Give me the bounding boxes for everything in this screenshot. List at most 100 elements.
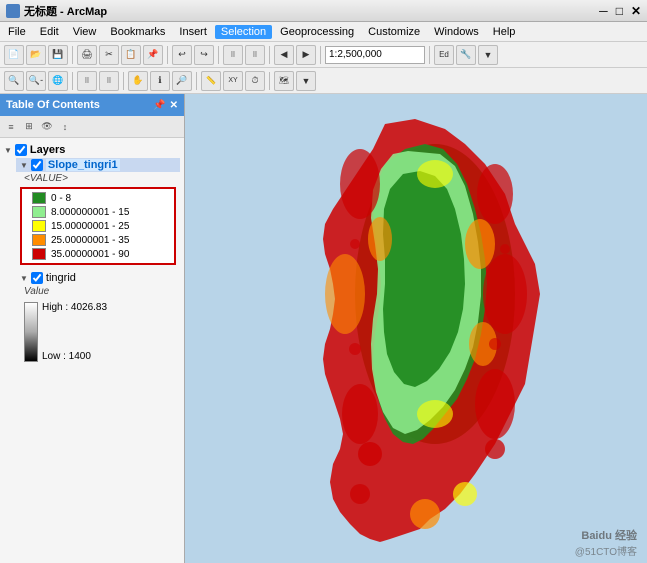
legend-color-2: [32, 220, 46, 232]
menu-file[interactable]: File: [2, 25, 32, 39]
dots-btn2[interactable]: ⠿: [245, 45, 265, 65]
toolbar-2: 🔍 🔍- 🌐 ⠿ ⠿ ✋ ℹ 🔎 📏 XY ⏱ 🗺 ▼: [0, 68, 647, 94]
menu-edit[interactable]: Edit: [34, 25, 65, 39]
more-btn[interactable]: ▼: [478, 45, 498, 65]
layer2-value-label: Value: [16, 285, 180, 298]
forward-btn[interactable]: ▶: [296, 45, 316, 65]
dots-btn1[interactable]: ⠿: [223, 45, 243, 65]
print-btn[interactable]: 🖨: [77, 45, 97, 65]
undo-btn[interactable]: ↩: [172, 45, 192, 65]
toc-visibility-btn[interactable]: 👁: [39, 119, 55, 135]
layer1-name: Slope_tingri1: [46, 159, 120, 171]
layers-header[interactable]: ▼ Layers: [4, 142, 180, 158]
menu-bookmarks[interactable]: Bookmarks: [104, 25, 171, 39]
sep5: [320, 46, 321, 64]
toc-panel: Table Of Contents 📌 ✕ ≡ ⊞ 👁 ↕ ▼ Layers: [0, 94, 185, 563]
toc-select-btn[interactable]: ↕: [57, 119, 73, 135]
sep8: [123, 72, 124, 90]
sep2: [167, 46, 168, 64]
close-btn[interactable]: ✕: [631, 4, 641, 18]
gradient-bar: [24, 302, 38, 362]
legend-item-2: 15.00000001 - 25: [24, 219, 172, 233]
layer2-item[interactable]: ▼ tingrid: [16, 271, 180, 285]
globe-btn[interactable]: 🌐: [48, 71, 68, 91]
toc-header: Table Of Contents 📌 ✕: [0, 94, 184, 116]
editor-btn[interactable]: Ed: [434, 45, 454, 65]
dotgrid2-btn[interactable]: ⠿: [99, 71, 119, 91]
main-layout: Table Of Contents 📌 ✕ ≡ ⊞ 👁 ↕ ▼ Layers: [0, 94, 647, 563]
layer1-value-label: <VALUE>: [16, 172, 180, 185]
open-btn[interactable]: 📂: [26, 45, 46, 65]
toolbar-1: 📄 📂 💾 🖨 ✂ 📋 📌 ↩ ↪ ⠿ ⠿ ◀ ▶ Ed 🔧 ▼: [0, 42, 647, 68]
menu-view[interactable]: View: [67, 25, 103, 39]
layers-label: Layers: [30, 144, 65, 156]
toc-toolbar: ≡ ⊞ 👁 ↕: [0, 116, 184, 138]
gradient-legend: High : 4026.83 Low : 1400: [24, 302, 172, 362]
sep3: [218, 46, 219, 64]
sep7: [72, 72, 73, 90]
layer2-arrow: ▼: [20, 274, 28, 283]
save-btn[interactable]: 💾: [48, 45, 68, 65]
window-title: 无标题 - ArcMap: [24, 3, 107, 19]
copy-btn[interactable]: 📋: [121, 45, 141, 65]
cto-watermark: @51CTO博客: [575, 543, 637, 558]
layers-checkbox[interactable]: [15, 144, 27, 156]
paste-btn[interactable]: 📌: [143, 45, 163, 65]
menu-selection[interactable]: Selection: [215, 25, 272, 39]
map-area[interactable]: Baidu 经验 @51CTO博客: [185, 94, 647, 563]
zoom-out-btn[interactable]: 🔍-: [26, 71, 46, 91]
pan-btn[interactable]: ✋: [128, 71, 148, 91]
legend-label-4: 35.00000001 - 90: [51, 249, 129, 260]
back-btn[interactable]: ◀: [274, 45, 294, 65]
tools-btn[interactable]: 🔧: [456, 45, 476, 65]
menu-geoprocessing[interactable]: Geoprocessing: [274, 25, 360, 39]
app-icon: [6, 4, 20, 18]
baidu-watermark: Baidu 经验: [581, 527, 637, 543]
sep4: [269, 46, 270, 64]
toc-source-btn[interactable]: ⊞: [21, 119, 37, 135]
toc-close-btn[interactable]: ✕: [170, 100, 178, 111]
legend-color-4: [32, 248, 46, 260]
layer1-item[interactable]: ▼ Slope_tingri1: [16, 158, 180, 172]
gradient-labels: High : 4026.83 Low : 1400: [42, 302, 107, 362]
measure-btn[interactable]: 📏: [201, 71, 221, 91]
menu-bar: File Edit View Bookmarks Insert Selectio…: [0, 22, 647, 42]
legend-item-3: 25.00000001 - 35: [24, 233, 172, 247]
redo-btn[interactable]: ↪: [194, 45, 214, 65]
cut-btn[interactable]: ✂: [99, 45, 119, 65]
menu-help[interactable]: Help: [487, 25, 522, 39]
new-btn[interactable]: 📄: [4, 45, 24, 65]
toc-title: Table Of Contents: [6, 99, 100, 111]
toc-header-controls: 📌 ✕: [153, 100, 178, 111]
layer2-group: ▼ tingrid Value High : 4026.83 Low : 140…: [4, 271, 180, 362]
legend-highlight-box: 0 - 8 8.000000001 - 15 15.00000001 - 25: [20, 187, 176, 265]
layer2-checkbox[interactable]: [31, 272, 43, 284]
identify-btn[interactable]: ℹ: [150, 71, 170, 91]
map-svg: [185, 94, 647, 563]
go-to-xy-btn[interactable]: XY: [223, 71, 243, 91]
layers-arrow: ▼: [4, 146, 12, 155]
time-btn[interactable]: ⏱: [245, 71, 265, 91]
high-label: High : 4026.83: [42, 302, 107, 313]
layer2-name: tingrid: [46, 272, 76, 284]
menu-customize[interactable]: Customize: [362, 25, 426, 39]
create-viewer-btn[interactable]: 🗺: [274, 71, 294, 91]
sep10: [269, 72, 270, 90]
layer1-checkbox[interactable]: [31, 159, 43, 171]
zoom-in-btn[interactable]: 🔍: [4, 71, 24, 91]
legend-label-1: 8.000000001 - 15: [51, 207, 129, 218]
find-btn[interactable]: 🔎: [172, 71, 192, 91]
menu-windows[interactable]: Windows: [428, 25, 485, 39]
menu-insert[interactable]: Insert: [173, 25, 213, 39]
minimize-btn[interactable]: ─: [599, 4, 608, 18]
scale-input[interactable]: [325, 46, 425, 64]
maximize-btn[interactable]: □: [616, 4, 623, 18]
toc-list-btn[interactable]: ≡: [3, 119, 19, 135]
legend-item-4: 35.00000001 - 90: [24, 247, 172, 261]
toc-pin-btn[interactable]: 📌: [153, 100, 165, 111]
legend-item-0: 0 - 8: [24, 191, 172, 205]
legend-color-0: [32, 192, 46, 204]
dotgrid1-btn[interactable]: ⠿: [77, 71, 97, 91]
legend-color-1: [32, 206, 46, 218]
more2-btn[interactable]: ▼: [296, 71, 316, 91]
